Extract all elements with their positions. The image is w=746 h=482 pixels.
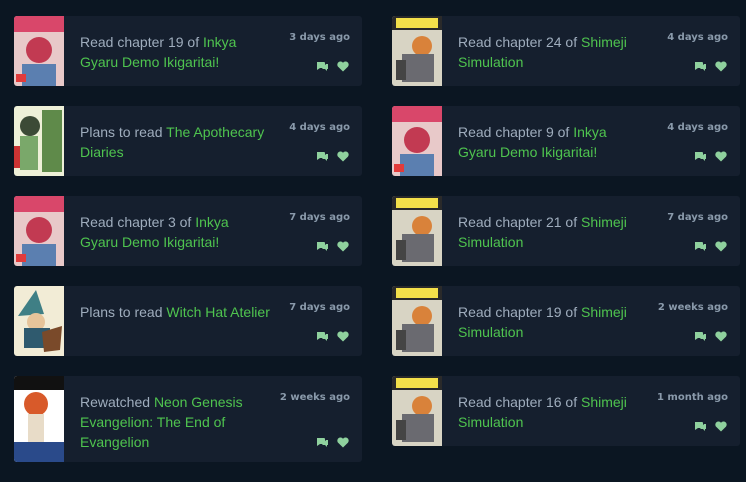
reply-icon[interactable] (316, 151, 329, 162)
like-heart-icon[interactable] (337, 437, 350, 448)
activity-card: Read chapter 24 of Shimeji Simulation 4 … (392, 16, 740, 86)
reply-icon[interactable] (694, 61, 707, 72)
activity-action: Read chapter 9 of (458, 124, 574, 140)
activity-text: Plans to read Witch Hat Atelier (80, 302, 270, 322)
reply-icon[interactable] (316, 437, 329, 448)
activity-card: Read chapter 19 of Shimeji Simulation 2 … (392, 286, 740, 356)
activity-column-left: Read chapter 19 of Inkya Gyaru Demo Ikig… (14, 16, 362, 482)
activity-card: Plans to read The Apothecary Diaries 4 d… (14, 106, 362, 176)
like-heart-icon[interactable] (715, 61, 728, 72)
timestamp: 4 days ago (289, 122, 350, 133)
activity-card: Read chapter 19 of Inkya Gyaru Demo Ikig… (14, 16, 362, 86)
activity-card: Read chapter 16 of Shimeji Simulation 1 … (392, 376, 740, 446)
activity-action: Read chapter 19 of (80, 34, 203, 50)
reply-icon[interactable] (316, 331, 329, 342)
media-link[interactable]: Witch Hat Atelier (166, 304, 269, 320)
activity-text: Plans to read The Apothecary Diaries (80, 122, 270, 162)
timestamp: 7 days ago (667, 212, 728, 223)
timestamp: 2 weeks ago (657, 302, 728, 313)
cover-image-eva[interactable] (14, 376, 64, 462)
timestamp: 1 month ago (656, 392, 728, 403)
reply-icon[interactable] (316, 241, 329, 252)
reply-icon[interactable] (694, 331, 707, 342)
cover-image-shimeji[interactable] (392, 196, 442, 266)
timestamp: 7 days ago (289, 302, 350, 313)
timestamp: 4 days ago (667, 32, 728, 43)
activity-action: Read chapter 24 of (458, 34, 581, 50)
reply-icon[interactable] (316, 61, 329, 72)
cover-image-inkya[interactable] (14, 196, 64, 266)
activity-text: Read chapter 9 of Inkya Gyaru Demo Ikiga… (458, 122, 648, 162)
activity-action: Plans to read (80, 304, 167, 320)
activity-action: Read chapter 16 of (458, 394, 581, 410)
activity-action: Read chapter 19 of (458, 304, 581, 320)
activity-action: Plans to read (80, 124, 167, 140)
cover-image-apothecary[interactable] (14, 106, 64, 176)
activity-card: Read chapter 21 of Shimeji Simulation 7 … (392, 196, 740, 266)
reply-icon[interactable] (694, 421, 707, 432)
cover-image-inkya[interactable] (392, 106, 442, 176)
activity-text: Read chapter 19 of Inkya Gyaru Demo Ikig… (80, 32, 270, 72)
activity-card: Rewatched Neon Genesis Evangelion: The E… (14, 376, 362, 462)
like-heart-icon[interactable] (715, 241, 728, 252)
cover-image-witchhat[interactable] (14, 286, 64, 356)
like-heart-icon[interactable] (337, 241, 350, 252)
activity-text: Read chapter 3 of Inkya Gyaru Demo Ikiga… (80, 212, 270, 252)
activity-action: Read chapter 3 of (80, 214, 196, 230)
cover-image-shimeji[interactable] (392, 286, 442, 356)
activity-text: Rewatched Neon Genesis Evangelion: The E… (80, 392, 270, 452)
activity-action: Rewatched (80, 394, 154, 410)
like-heart-icon[interactable] (715, 151, 728, 162)
reply-icon[interactable] (694, 241, 707, 252)
timestamp: 4 days ago (667, 122, 728, 133)
like-heart-icon[interactable] (337, 61, 350, 72)
like-heart-icon[interactable] (337, 151, 350, 162)
timestamp: 2 weeks ago (279, 392, 350, 403)
like-heart-icon[interactable] (337, 331, 350, 342)
cover-image-shimeji[interactable] (392, 376, 442, 446)
timestamp: 3 days ago (289, 32, 350, 43)
like-heart-icon[interactable] (715, 331, 728, 342)
cover-image-shimeji[interactable] (392, 16, 442, 86)
activity-text: Read chapter 19 of Shimeji Simulation (458, 302, 648, 342)
activity-card: Read chapter 9 of Inkya Gyaru Demo Ikiga… (392, 106, 740, 176)
activity-card: Read chapter 3 of Inkya Gyaru Demo Ikiga… (14, 196, 362, 266)
activity-text: Read chapter 24 of Shimeji Simulation (458, 32, 648, 72)
activity-card: Plans to read Witch Hat Atelier 7 days a… (14, 286, 362, 356)
activity-action: Read chapter 21 of (458, 214, 581, 230)
activity-text: Read chapter 16 of Shimeji Simulation (458, 392, 648, 432)
activity-column-right: Read chapter 24 of Shimeji Simulation 4 … (392, 16, 740, 466)
cover-image-inkya[interactable] (14, 16, 64, 86)
like-heart-icon[interactable] (715, 421, 728, 432)
activity-text: Read chapter 21 of Shimeji Simulation (458, 212, 648, 252)
reply-icon[interactable] (694, 151, 707, 162)
timestamp: 7 days ago (289, 212, 350, 223)
